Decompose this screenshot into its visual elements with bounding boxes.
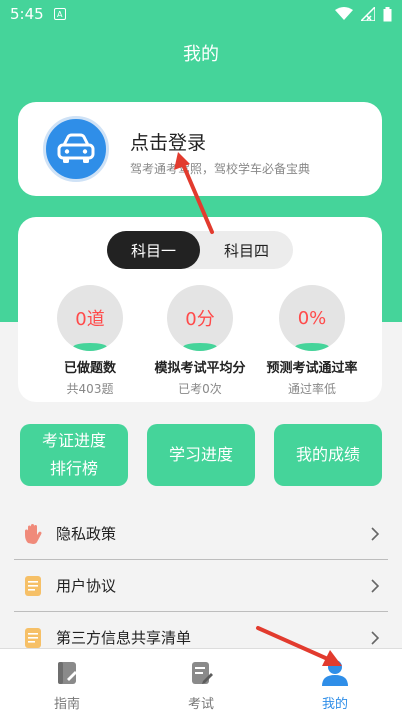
my-scores-button[interactable]: 我的成绩	[274, 424, 382, 486]
stat-circle: 0道	[57, 285, 123, 351]
document-icon	[22, 627, 44, 649]
status-time: 5:45	[10, 5, 44, 23]
stat-label: 模拟考试平均分	[154, 361, 246, 376]
stat-done-questions[interactable]: 0道 已做题数 共403题	[30, 285, 150, 397]
login-subtitle: 驾考通考驾照，驾校学车必备宝典	[130, 162, 311, 176]
subject-switch: 科目一 科目四	[107, 231, 293, 269]
menu-label: 隐私政策	[56, 525, 117, 543]
bottom-tab-bar: 指南 考试 我的	[0, 648, 402, 716]
menu-label: 用户协议	[56, 577, 117, 595]
wifi-icon	[335, 7, 353, 20]
document-icon	[22, 575, 44, 597]
tab-subject-four[interactable]: 科目四	[200, 231, 293, 269]
chevron-right-icon	[371, 526, 380, 541]
tab-subject-one[interactable]: 科目一	[107, 231, 200, 269]
stat-average-score[interactable]: 0分 模拟考试平均分 已考0次	[140, 285, 260, 397]
login-title[interactable]: 点击登录	[130, 128, 206, 155]
stat-circle: 0分	[167, 285, 233, 351]
login-card[interactable]: 点击登录 驾考通考驾照，驾校学车必备宝典	[18, 102, 382, 196]
menu-item-privacy[interactable]: 隐私政策	[14, 508, 388, 560]
stats-card: 科目一 科目四 0道 已做题数 共403题 0分 模拟考试平均分 已考0次 0%…	[18, 217, 382, 402]
tab-exam[interactable]: 考试	[134, 649, 268, 716]
stat-label: 预测考试通过率	[266, 361, 358, 376]
signal-icon	[361, 7, 375, 21]
button-label: 我的成绩	[295, 445, 360, 464]
stat-label: 已做题数	[63, 361, 116, 376]
car-icon	[57, 133, 95, 163]
button-label-line2: 排行榜	[49, 459, 98, 478]
battery-icon	[383, 6, 392, 21]
stat-pass-rate[interactable]: 0% 预测考试通过率 通过率低	[252, 285, 372, 397]
button-label-line1: 考证进度	[41, 431, 106, 450]
stat-sub: 已考0次	[178, 382, 222, 396]
stat-circle: 0%	[279, 285, 345, 351]
notification-icon: A	[53, 8, 66, 20]
book-icon	[51, 657, 83, 689]
user-icon	[319, 657, 351, 689]
status-bar: 5:45 A	[0, 0, 402, 28]
stat-sub: 共403题	[66, 382, 114, 396]
stat-sub: 通过率低	[287, 382, 336, 396]
menu-list: 隐私政策 用户协议 第三方信息共享清单	[14, 508, 388, 664]
tab-mine[interactable]: 我的	[268, 649, 402, 716]
hand-icon	[22, 523, 44, 545]
ranking-button[interactable]: 考证进度 排行榜	[20, 424, 128, 486]
avatar[interactable]	[43, 116, 109, 182]
menu-label: 第三方信息共享清单	[56, 629, 192, 647]
chevron-right-icon	[371, 578, 380, 593]
study-progress-button[interactable]: 学习进度	[147, 424, 255, 486]
tab-label: 指南	[53, 697, 80, 712]
tab-label: 我的	[321, 697, 348, 712]
menu-item-user-agreement[interactable]: 用户协议	[14, 560, 388, 612]
exam-icon	[185, 657, 217, 689]
tab-guide[interactable]: 指南	[0, 649, 134, 716]
chevron-right-icon	[371, 630, 380, 645]
tab-label: 考试	[187, 697, 214, 712]
button-label: 学习进度	[168, 445, 233, 464]
page-title: 我的	[183, 44, 219, 65]
